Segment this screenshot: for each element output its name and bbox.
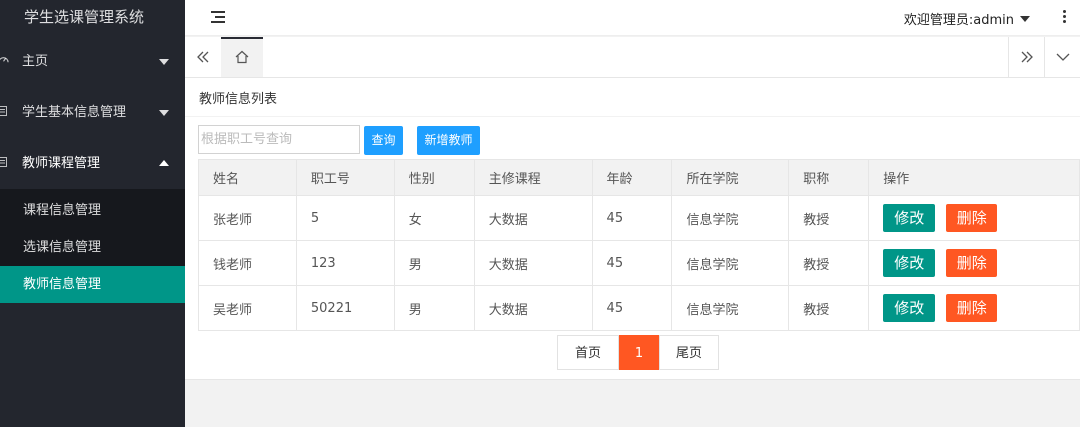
chevron-down-icon [159,110,169,116]
column-header: 性别 [393,159,475,196]
scroll-left-icon[interactable] [185,37,221,77]
cell-major-course: 大数据 [473,285,593,331]
cell-college: 信息学院 [671,240,790,286]
column-header: 所在学院 [671,159,790,196]
delete-button[interactable]: 删除 [946,294,998,322]
sidebar-item-home[interactable]: 主页 [0,36,185,87]
sidebar-item-label: 主页 [22,54,49,69]
current-page-button[interactable]: 1 [619,335,659,370]
sidebar-subitem-selection-info[interactable]: 选课信息管理 [0,229,185,266]
cell-staff-id: 123 [295,240,395,286]
cell-actions: 修改 删除 [868,240,1080,286]
scroll-right-icon[interactable] [1008,37,1044,77]
home-icon [235,50,249,68]
cell-title: 教授 [788,195,870,241]
cell-name: 吴老师 [198,285,297,331]
tab-menu-chevron-icon[interactable] [1044,37,1080,77]
column-header: 姓名 [198,159,297,196]
cell-gender: 女 [393,195,475,241]
divider [185,116,1080,117]
chevron-down-icon [159,59,169,65]
column-header: 年龄 [591,159,673,196]
tab-bar [185,37,1080,78]
page-title: 教师信息列表 [199,92,278,107]
last-page-button[interactable]: 尾页 [659,335,719,370]
cell-actions: 修改 删除 [868,195,1080,241]
cell-gender: 男 [393,285,475,331]
sidebar-subitem-course-info[interactable]: 课程信息管理 [0,192,185,229]
cell-major-course: 大数据 [473,240,593,286]
divider [185,379,1080,380]
cell-name: 张老师 [198,195,297,241]
sidebar-item-teacher-course[interactable]: 教师课程管理 [0,138,185,189]
cell-age: 45 [591,240,673,286]
cell-name: 钱老师 [198,240,297,286]
table-row: 张老师 5 女 大数据 45 信息学院 教授 修改 删除 [198,195,1080,241]
sidebar-item-student-info[interactable]: 学生基本信息管理 [0,87,185,138]
table-row: 钱老师 123 男 大数据 45 信息学院 教授 修改 删除 [198,240,1080,286]
cell-major-course: 大数据 [473,195,593,241]
user-menu[interactable]: 欢迎管理员:admin [904,9,1030,28]
column-header: 职工号 [295,159,395,196]
cell-age: 45 [591,285,673,331]
cell-college: 信息学院 [671,195,790,241]
sidebar-item-label: 教师课程管理 [22,156,101,171]
delete-button[interactable]: 删除 [946,204,998,232]
app-title: 学生选课管理系统 [0,0,185,36]
gauge-icon [0,36,14,87]
cell-age: 45 [591,195,673,241]
cell-title: 教授 [788,285,870,331]
edit-button[interactable]: 修改 [883,249,936,277]
cell-title: 教授 [788,240,870,286]
delete-button[interactable]: 删除 [946,249,998,277]
cell-staff-id: 5 [295,195,395,241]
main-content: 教师信息列表 查询 新增教师 姓名 职工号 性别 主修课程 年龄 所在学院 职称… [185,78,1080,379]
cell-college: 信息学院 [671,285,790,331]
column-header: 操作 [868,159,1080,196]
query-button[interactable]: 查询 [364,126,403,155]
user-greeting: 欢迎管理员:admin [903,13,1014,28]
table-header-row: 姓名 职工号 性别 主修课程 年龄 所在学院 职称 操作 [198,159,1080,196]
column-header: 职称 [788,159,870,196]
teacher-table: 姓名 职工号 性别 主修课程 年龄 所在学院 职称 操作 张老师 5 女 大数据… [198,159,1080,331]
document-icon [0,87,14,138]
sidebar-item-label: 学生基本信息管理 [22,105,127,120]
sidebar: 学生选课管理系统 主页 学生基本信息管理 教师课程管理 课程信息管理 选课信息管… [0,0,185,427]
tab-home[interactable] [221,37,263,77]
edit-button[interactable]: 修改 [883,204,936,232]
document-icon [0,138,14,189]
search-input[interactable] [198,125,360,154]
first-page-button[interactable]: 首页 [557,335,619,370]
top-header: 欢迎管理员:admin [185,0,1080,36]
menu-toggle-icon[interactable] [211,11,225,24]
edit-button[interactable]: 修改 [883,294,936,322]
cell-actions: 修改 删除 [868,285,1080,331]
chevron-up-icon [159,160,169,166]
caret-down-icon [1020,16,1030,22]
column-header: 主修课程 [473,159,593,196]
cell-gender: 男 [393,240,475,286]
sidebar-subitem-teacher-info[interactable]: 教师信息管理 [0,266,185,303]
table-row: 吴老师 50221 男 大数据 45 信息学院 教授 修改 删除 [198,285,1080,331]
sidebar-submenu: 课程信息管理 选课信息管理 教师信息管理 [0,189,185,303]
cell-staff-id: 50221 [295,285,395,331]
more-vertical-icon[interactable] [1062,9,1066,25]
add-teacher-button[interactable]: 新增教师 [417,126,480,155]
